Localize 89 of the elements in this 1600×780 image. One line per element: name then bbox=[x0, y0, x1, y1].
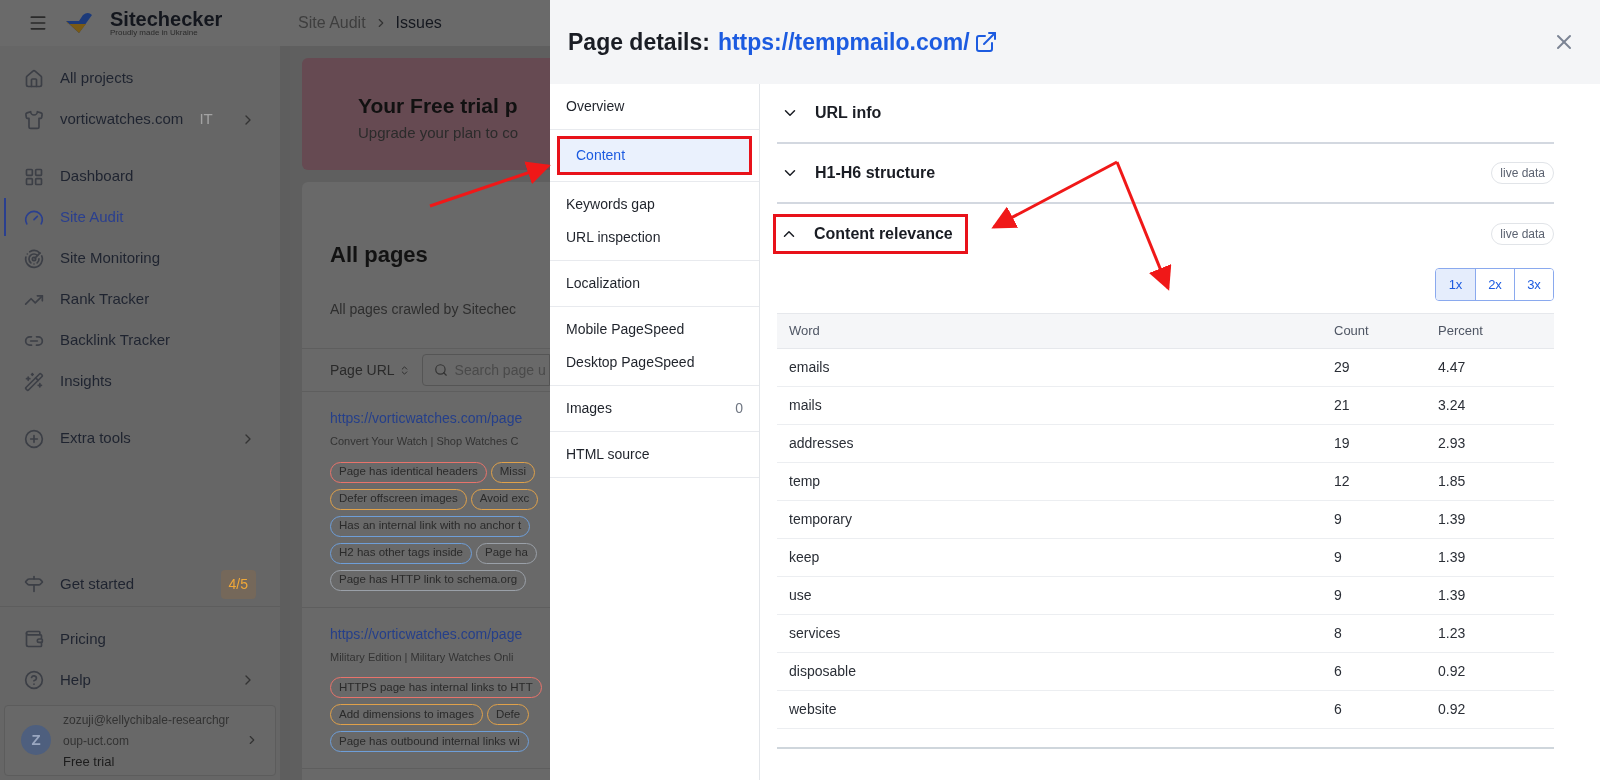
home-icon bbox=[24, 68, 44, 89]
active-indicator bbox=[4, 198, 6, 236]
table-cell-text: 1.39 bbox=[1438, 586, 1467, 605]
table-cell-text: 1.85 bbox=[1438, 472, 1467, 491]
panel-nav-item[interactable]: URL inspection bbox=[550, 221, 759, 254]
column-header: Count bbox=[1334, 322, 1370, 341]
panel-nav-item[interactable]: Images 0 bbox=[550, 392, 759, 425]
user-plan: Free trial bbox=[63, 752, 116, 771]
breadcrumb-item: Issues bbox=[395, 13, 442, 33]
signpost-icon bbox=[24, 574, 44, 594]
logo-icon bbox=[64, 11, 94, 35]
page-link[interactable]: https://vorticwatches.com/page bbox=[330, 623, 550, 645]
get-started-button[interactable]: Get started bbox=[24, 572, 135, 596]
table-cell-text: 1.39 bbox=[1438, 510, 1467, 529]
sidebar-item[interactable]: vorticwatches.com bbox=[24, 108, 184, 131]
table-cell-text: 9 bbox=[1334, 510, 1343, 529]
help-icon bbox=[24, 670, 44, 690]
card-title: All pages bbox=[330, 241, 428, 269]
sort-button[interactable]: Page URL bbox=[330, 359, 410, 381]
panel-title: Page details: bbox=[568, 27, 710, 57]
sidebar-item[interactable]: Insights bbox=[24, 370, 112, 393]
table-cell-text: keep bbox=[789, 548, 821, 567]
panel-nav-item[interactable]: Desktop PageSpeed bbox=[550, 346, 759, 379]
table-cell-text: 12 bbox=[1334, 472, 1351, 491]
table-cell-text: 0.92 bbox=[1438, 700, 1467, 719]
plus-icon bbox=[24, 428, 44, 449]
panel-nav-item[interactable]: HTML source bbox=[550, 438, 759, 471]
user-avatar: Z bbox=[21, 725, 51, 756]
panel-nav-item[interactable]: Keywords gap bbox=[550, 188, 759, 221]
logo-name: Sitechecker bbox=[110, 9, 223, 29]
progress-badge: 4/5 bbox=[220, 569, 256, 599]
zoom-toggle[interactable]: 3x bbox=[1514, 269, 1553, 300]
table-cell-text: 9 bbox=[1334, 586, 1343, 605]
panel-nav-item[interactable]: Localization bbox=[550, 267, 759, 300]
table-cell-text: mails bbox=[789, 396, 823, 415]
wallet-icon bbox=[24, 629, 44, 649]
sidebar-item[interactable]: Site Audit bbox=[24, 206, 124, 229]
table-cell-text: 29 bbox=[1334, 358, 1351, 377]
page-link[interactable]: https://vorticwatches.com/page bbox=[330, 408, 550, 429]
table-cell-text: 8 bbox=[1334, 624, 1343, 643]
table-cell-text: temp bbox=[789, 472, 822, 491]
table-cell-text: services bbox=[789, 624, 842, 643]
table-cell-text: website bbox=[789, 700, 838, 719]
radar-icon bbox=[24, 248, 44, 269]
table-cell-text: use bbox=[789, 586, 813, 605]
card-subtitle: All pages crawled by Sitechec bbox=[330, 300, 516, 319]
column-header: Percent bbox=[1438, 322, 1484, 341]
page-url-link[interactable]: https://tempmailo.com/ bbox=[717, 24, 970, 60]
table-cell-text: 4.47 bbox=[1438, 358, 1467, 377]
search-icon bbox=[433, 363, 448, 377]
table-cell-text: 0.92 bbox=[1438, 662, 1467, 681]
column-header: Word bbox=[789, 322, 821, 341]
table-cell-text: 19 bbox=[1334, 434, 1351, 453]
banner-title: Your Free trial p bbox=[358, 93, 519, 119]
banner-subtitle: Upgrade your plan to co bbox=[358, 122, 520, 143]
table-cell-text: 3.24 bbox=[1438, 396, 1467, 415]
table-cell-text: 1.39 bbox=[1438, 548, 1467, 567]
table-cell-text: 9 bbox=[1334, 548, 1343, 567]
project-tag: IT bbox=[199, 108, 213, 131]
sidebar-item[interactable]: Pricing bbox=[24, 627, 106, 651]
panel-nav-item[interactable]: Content bbox=[560, 139, 749, 172]
sidebar-item[interactable]: Backlink Tracker bbox=[24, 329, 171, 352]
table-cell-text: 6 bbox=[1334, 700, 1343, 719]
section-toggle[interactable]: Content relevance bbox=[776, 217, 957, 251]
panel-nav-item[interactable]: Mobile PageSpeed bbox=[550, 313, 759, 346]
table-cell-text: temporary bbox=[789, 510, 854, 529]
table-cell-text: 2.93 bbox=[1438, 434, 1467, 453]
table-cell-text: 1.23 bbox=[1438, 624, 1467, 643]
table-cell-text: 6 bbox=[1334, 662, 1343, 681]
zoom-toggle[interactable]: 1x bbox=[1436, 269, 1475, 300]
panel-nav-item[interactable]: Overview bbox=[550, 90, 759, 123]
figure-icon bbox=[24, 109, 44, 130]
item-count: 0 bbox=[735, 399, 743, 418]
menu-icon[interactable] bbox=[28, 13, 48, 33]
sidebar-item[interactable]: Rank Tracker bbox=[24, 288, 150, 311]
table-cell-text: addresses bbox=[789, 434, 855, 453]
table-cell-text: 21 bbox=[1334, 396, 1351, 415]
sidebar-item[interactable]: Site Monitoring bbox=[24, 247, 161, 270]
table-cell-text: disposable bbox=[789, 662, 857, 681]
external-link-icon[interactable] bbox=[973, 30, 998, 54]
sidebar-item[interactable]: Help bbox=[24, 668, 91, 692]
table-cell-text: emails bbox=[789, 358, 831, 377]
sidebar-item[interactable]: All projects bbox=[24, 67, 134, 90]
sidebar-item[interactable]: Dashboard bbox=[24, 165, 134, 188]
wand-icon bbox=[24, 371, 44, 392]
section-toggle[interactable]: H1-H6 structure bbox=[777, 156, 940, 190]
sidebar-item[interactable]: Extra tools bbox=[24, 427, 131, 450]
section-toggle[interactable]: URL info bbox=[777, 96, 886, 130]
grid-icon bbox=[24, 166, 44, 187]
